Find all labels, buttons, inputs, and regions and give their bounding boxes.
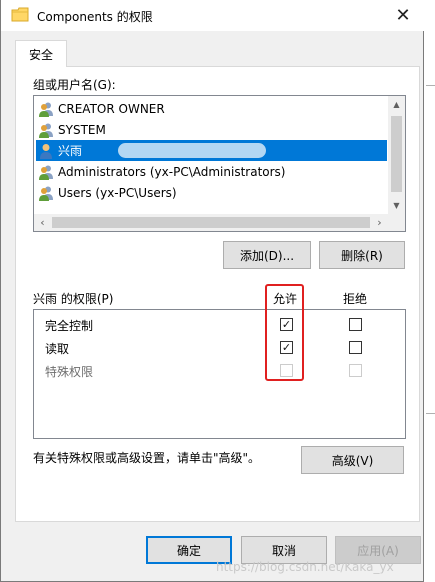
background-divider: [426, 413, 435, 414]
list-item-selected[interactable]: 兴雨: [36, 140, 387, 161]
tab-label: 安全: [28, 47, 53, 62]
list-item-label: 兴雨: [58, 144, 83, 158]
groups-label: 组或用户名(G):: [33, 78, 116, 92]
permission-name: 完全控制: [45, 319, 94, 333]
vertical-scrollbar[interactable]: ▲ ▼: [388, 96, 405, 214]
apply-button-label: 应用(A): [357, 543, 399, 558]
folder-icon: [11, 7, 29, 22]
deny-checkbox[interactable]: [349, 341, 362, 354]
tab-security[interactable]: 安全: [15, 40, 67, 67]
title-bar: Components 的权限 ✕: [1, 0, 425, 31]
group-icon: [39, 102, 53, 117]
advanced-button-label: 高级(V): [331, 453, 374, 468]
deny-checkbox-disabled: [349, 364, 362, 377]
list-item-label: Users (yx-PC\Users): [58, 185, 177, 200]
user-listbox[interactable]: CREATOR OWNER SYSTEM 兴雨 Administrators (…: [33, 95, 406, 232]
list-item-label: Administrators (yx-PC\Administrators): [58, 164, 286, 179]
group-icon: [39, 186, 53, 201]
scroll-left-icon[interactable]: ‹: [34, 214, 51, 231]
close-icon: ✕: [395, 5, 411, 26]
ok-button-label: 确定: [176, 543, 201, 558]
watermark: https://blog.csdn.net/Kaka_yx: [216, 560, 394, 574]
permissions-dialog: Components 的权限 ✕ 安全 组或用户名(G): CREATOR OW…: [0, 0, 425, 582]
scroll-up-icon[interactable]: ▲: [388, 96, 405, 113]
cancel-button-label: 取消: [271, 543, 296, 558]
advanced-hint: 有关特殊权限或高级设置，请单击"高级"。: [33, 451, 261, 465]
add-button[interactable]: 添加(D)...: [223, 241, 311, 269]
scroll-thumb[interactable]: [52, 217, 370, 228]
add-button-label: 添加(D)...: [239, 248, 295, 263]
list-item[interactable]: Administrators (yx-PC\Administrators): [36, 161, 387, 182]
list-item[interactable]: Users (yx-PC\Users): [36, 182, 387, 203]
deny-checkbox[interactable]: [349, 318, 362, 331]
list-item[interactable]: CREATOR OWNER: [36, 98, 387, 119]
group-icon: [39, 165, 53, 180]
permission-row: 读取 ✓: [34, 337, 405, 357]
list-item-label: CREATOR OWNER: [58, 101, 165, 116]
list-item[interactable]: SYSTEM: [36, 119, 387, 140]
horizontal-scrollbar[interactable]: ‹ ›: [34, 214, 405, 231]
deny-header: 拒绝: [343, 292, 368, 306]
background-divider: [426, 85, 435, 86]
user-icon: [40, 143, 52, 159]
scroll-right-icon[interactable]: ›: [371, 214, 388, 231]
scroll-thumb[interactable]: [391, 116, 402, 192]
permissions-list: 完全控制 ✓ 读取 ✓ 特殊权限: [33, 309, 406, 439]
advanced-button[interactable]: 高级(V): [301, 446, 404, 474]
close-button[interactable]: ✕: [381, 0, 425, 31]
allow-column-highlight: [265, 284, 304, 381]
permission-row: 特殊权限: [34, 360, 405, 380]
group-icon: [39, 123, 53, 138]
permission-row: 完全控制 ✓: [34, 314, 405, 334]
window-title: Components 的权限: [37, 10, 153, 24]
background-window: [424, 0, 435, 582]
permission-name: 特殊权限: [45, 365, 94, 379]
permissions-title: 兴雨 的权限(P): [33, 292, 114, 306]
remove-button[interactable]: 删除(R): [319, 241, 405, 269]
list-item-label: SYSTEM: [58, 122, 106, 137]
permission-name: 读取: [45, 342, 70, 356]
scroll-down-icon[interactable]: ▼: [388, 197, 405, 214]
remove-button-label: 删除(R): [341, 248, 383, 263]
redaction-mark: [118, 143, 266, 158]
